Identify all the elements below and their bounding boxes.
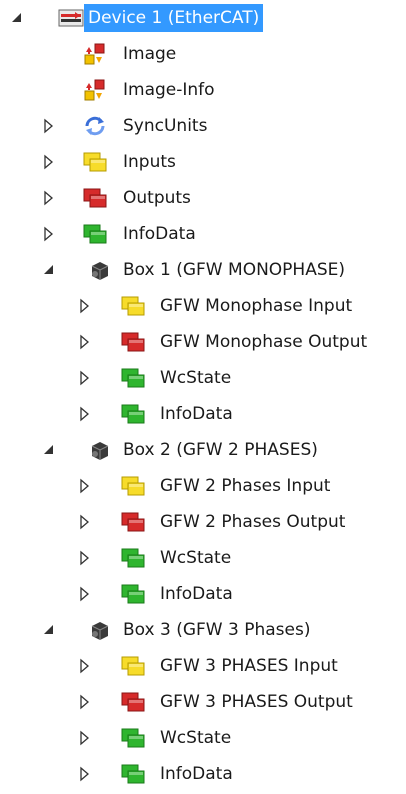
tree-item-box-child[interactable]: GFW 3 PHASES Input — [0, 648, 406, 684]
inputs-folder-icon — [82, 150, 108, 174]
collapse-arrow-icon[interactable] — [8, 9, 26, 27]
wcstate-folder-icon — [120, 366, 146, 390]
tree-item-box-child[interactable]: InfoData — [0, 756, 406, 792]
tree-item-label: WcState — [160, 548, 232, 568]
collapse-arrow-icon[interactable] — [40, 441, 58, 459]
expand-arrow-icon[interactable] — [76, 477, 94, 495]
tree-item-label: Image — [123, 44, 177, 64]
tree-item-box-child[interactable]: WcState — [0, 540, 406, 576]
expand-arrow-icon[interactable] — [76, 297, 94, 315]
infodata-folder-icon — [120, 402, 146, 426]
infodata-folder-icon — [120, 762, 146, 786]
tree-item-label: Device 1 (EtherCAT) — [84, 4, 264, 32]
tree-item-device-child[interactable]: Inputs — [0, 144, 406, 180]
solution-tree: Device 1 (EtherCAT) Image Image-Info SyncUn… — [0, 0, 406, 794]
expand-arrow-icon[interactable] — [76, 549, 94, 567]
output-folder-icon — [120, 690, 146, 714]
expand-arrow-icon[interactable] — [40, 225, 58, 243]
tree-item-box[interactable]: Box 3 (GFW 3 Phases) — [0, 612, 406, 648]
tree-item-device-child[interactable]: Outputs — [0, 180, 406, 216]
outputs-folder-icon — [82, 186, 108, 210]
tree-item-device[interactable]: Device 1 (EtherCAT) — [0, 0, 406, 36]
tree-item-box-child[interactable]: GFW 3 PHASES Output — [0, 684, 406, 720]
output-folder-icon — [120, 330, 146, 354]
tree-item-device-child[interactable]: Image — [0, 36, 406, 72]
expand-arrow-icon[interactable] — [76, 513, 94, 531]
box-terminal-icon — [86, 258, 112, 282]
tree-item-label: InfoData — [160, 404, 233, 424]
expand-arrow-icon[interactable] — [76, 405, 94, 423]
tree-item-label: InfoData — [123, 224, 196, 244]
expand-arrow-icon[interactable] — [76, 585, 94, 603]
collapse-arrow-icon[interactable] — [40, 621, 58, 639]
tree-item-box-child[interactable]: GFW 2 Phases Input — [0, 468, 406, 504]
tree-item-device-child[interactable]: Image-Info — [0, 72, 406, 108]
image-info-icon — [82, 78, 108, 102]
tree-item-label: Image-Info — [123, 80, 215, 100]
expand-arrow-icon[interactable] — [40, 153, 58, 171]
input-folder-icon — [120, 294, 146, 318]
expand-arrow-icon[interactable] — [76, 369, 94, 387]
box-terminal-icon — [86, 618, 112, 642]
tree-item-label: SyncUnits — [123, 116, 208, 136]
tree-item-box[interactable]: Box 1 (GFW MONOPHASE) — [0, 252, 406, 288]
tree-item-box-child[interactable]: GFW 2 Phases Output — [0, 504, 406, 540]
tree-item-label: Box 1 (GFW MONOPHASE) — [123, 260, 345, 280]
expand-arrow-icon[interactable] — [76, 333, 94, 351]
tree-item-label: Box 2 (GFW 2 PHASES) — [123, 440, 318, 460]
tree-item-label: GFW 2 Phases Input — [160, 476, 331, 496]
input-folder-icon — [120, 654, 146, 678]
tree-item-label: InfoData — [160, 584, 233, 604]
tree-item-label: GFW Monophase Input — [160, 296, 353, 316]
infodata-folder-icon — [120, 582, 146, 606]
collapse-arrow-icon[interactable] — [40, 261, 58, 279]
tree-item-label: GFW 2 Phases Output — [160, 512, 346, 532]
wcstate-folder-icon — [120, 546, 146, 570]
expand-arrow-icon[interactable] — [76, 729, 94, 747]
image-icon — [82, 42, 108, 66]
tree-item-label: Outputs — [123, 188, 191, 208]
tree-item-box-child[interactable]: InfoData — [0, 396, 406, 432]
box-terminal-icon — [86, 438, 112, 462]
tree-item-label: GFW 3 PHASES Input — [160, 656, 338, 676]
tree-item-box-child[interactable]: GFW Monophase Input — [0, 288, 406, 324]
tree-item-label: Inputs — [123, 152, 176, 172]
expand-arrow-icon[interactable] — [40, 189, 58, 207]
tree-item-box-child[interactable]: WcState — [0, 720, 406, 756]
ethercat-device-icon — [58, 6, 84, 30]
tree-item-label: GFW Monophase Output — [160, 332, 368, 352]
tree-item-device-child[interactable]: InfoData — [0, 216, 406, 252]
tree-item-device-child[interactable]: SyncUnits — [0, 108, 406, 144]
expand-arrow-icon[interactable] — [76, 657, 94, 675]
infodata-folder-icon — [82, 222, 108, 246]
tree-item-box-child[interactable]: WcState — [0, 360, 406, 396]
tree-item-box[interactable]: Box 2 (GFW 2 PHASES) — [0, 432, 406, 468]
output-folder-icon — [120, 510, 146, 534]
expand-arrow-icon[interactable] — [76, 765, 94, 783]
sync-units-icon — [82, 114, 108, 138]
tree-item-label: InfoData — [160, 764, 233, 784]
tree-item-box-child[interactable]: InfoData — [0, 576, 406, 612]
tree-item-label: GFW 3 PHASES Output — [160, 692, 353, 712]
expand-arrow-icon[interactable] — [40, 117, 58, 135]
tree-item-label: WcState — [160, 368, 232, 388]
wcstate-folder-icon — [120, 726, 146, 750]
expand-arrow-icon[interactable] — [76, 693, 94, 711]
tree-item-label: Box 3 (GFW 3 Phases) — [123, 620, 311, 640]
tree-item-label: WcState — [160, 728, 232, 748]
tree-item-box-child[interactable]: GFW Monophase Output — [0, 324, 406, 360]
input-folder-icon — [120, 474, 146, 498]
